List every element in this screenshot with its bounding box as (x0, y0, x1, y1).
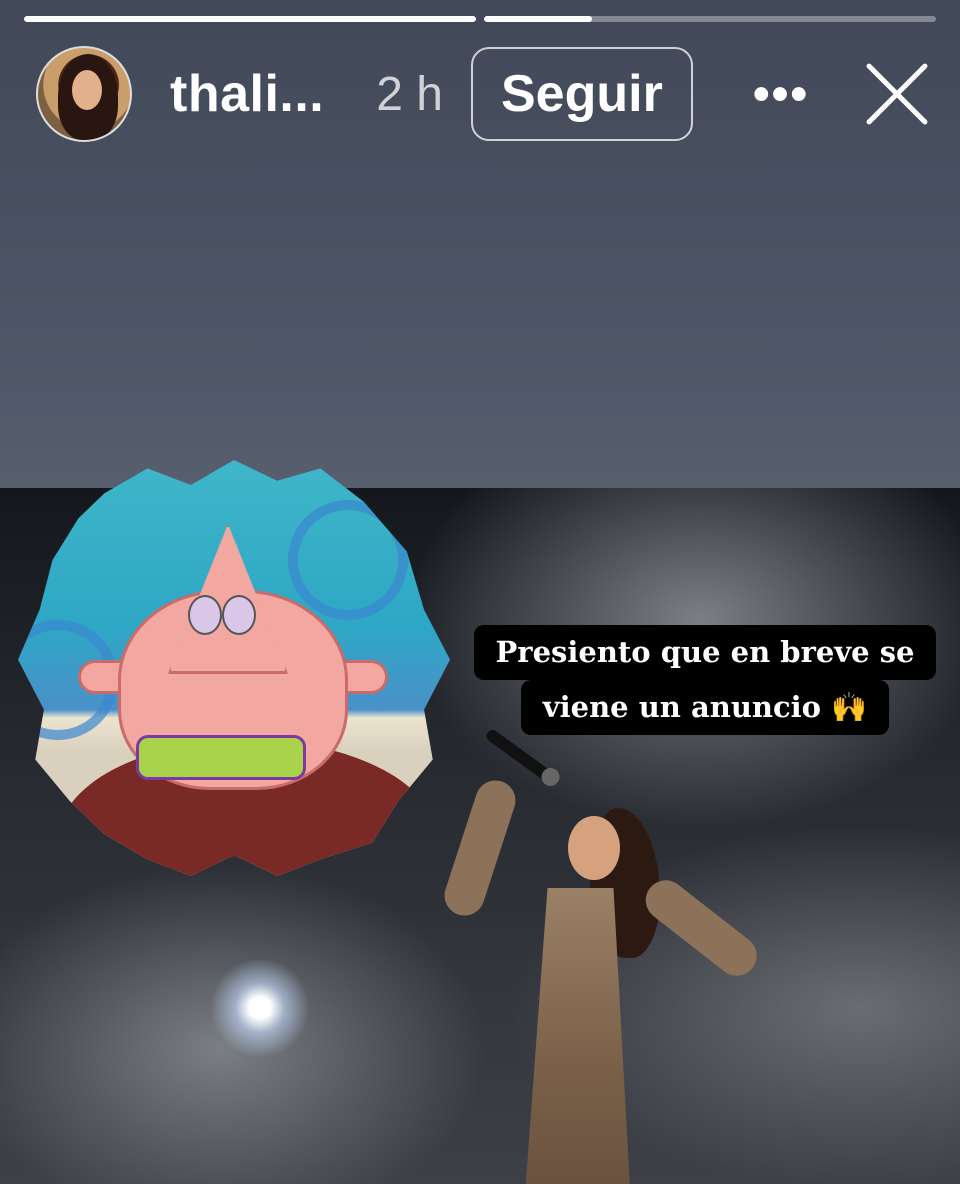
story-viewer[interactable]: thali... 2 h Seguir ••• Presiento que en… (0, 0, 960, 1184)
username[interactable]: thali... (170, 64, 324, 124)
profile-avatar[interactable] (36, 46, 132, 142)
close-icon[interactable] (864, 61, 930, 127)
stage-light (210, 958, 310, 1058)
singer-image (439, 727, 770, 1184)
more-options-icon[interactable]: ••• (753, 67, 809, 122)
post-time: 2 h (376, 67, 443, 121)
caption-line-1: Presiento que en breve se (473, 625, 937, 680)
caption-line-2: viene un anuncio 🙌 (520, 679, 890, 735)
follow-button[interactable]: Seguir (470, 47, 693, 141)
story-progress (24, 16, 936, 22)
progress-segment-2 (484, 16, 936, 22)
progress-segment-1 (24, 16, 476, 22)
story-header: thali... 2 h Seguir ••• (36, 46, 930, 142)
story-caption: Presiento que en breve se viene un anunc… (460, 625, 950, 735)
microphone-icon (484, 727, 556, 785)
